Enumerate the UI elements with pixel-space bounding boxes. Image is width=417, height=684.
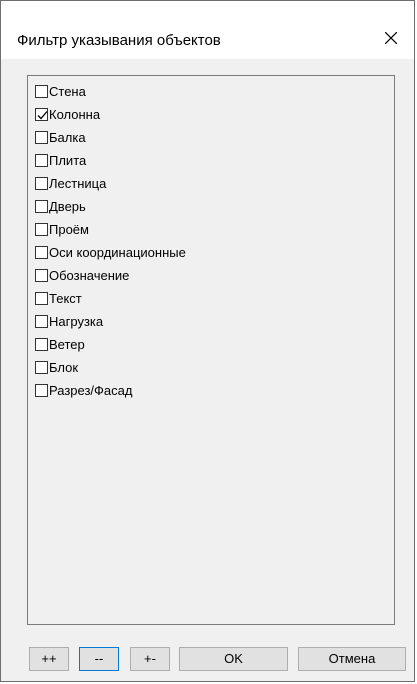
list-item[interactable]: Плита	[35, 149, 186, 172]
close-button[interactable]	[368, 23, 414, 57]
list-item[interactable]: Проём	[35, 218, 186, 241]
checkbox[interactable]	[35, 338, 48, 351]
checkbox[interactable]	[35, 223, 48, 236]
checkbox[interactable]	[35, 361, 48, 374]
list-item-label: Колонна	[49, 107, 101, 122]
checkmark-icon	[37, 111, 48, 120]
title-bar: Фильтр указывания объектов	[1, 1, 414, 59]
list-item-label: Ветер	[49, 337, 85, 352]
list-item[interactable]: Оси координационные	[35, 241, 186, 264]
list-item[interactable]: Дверь	[35, 195, 186, 218]
checkbox[interactable]	[35, 292, 48, 305]
list-item-label: Проём	[49, 222, 89, 237]
list-item-label: Нагрузка	[49, 314, 104, 329]
checkbox[interactable]	[35, 384, 48, 397]
checkbox-checked[interactable]	[35, 108, 48, 121]
list-item-label: Балка	[49, 130, 86, 145]
ok-button[interactable]: OK	[179, 647, 288, 671]
checkbox[interactable]	[35, 246, 48, 259]
list-item[interactable]: Лестница	[35, 172, 186, 195]
list-item-label: Обозначение	[49, 268, 130, 283]
list-item-label: Дверь	[49, 199, 86, 214]
list-item[interactable]: Разрез/Фасад	[35, 379, 186, 402]
list-item-label: Оси координационные	[49, 245, 186, 260]
list-item[interactable]: Блок	[35, 356, 186, 379]
cancel-button[interactable]: Отмена	[298, 647, 406, 671]
list-item-label: Текст	[49, 291, 82, 306]
list-item[interactable]: Ветер	[35, 333, 186, 356]
list-item[interactable]: Нагрузка	[35, 310, 186, 333]
list-item-label: Стена	[49, 84, 86, 99]
checkbox[interactable]	[35, 131, 48, 144]
list-item-label: Лестница	[49, 176, 107, 191]
checkbox[interactable]	[35, 177, 48, 190]
list-item[interactable]: Текст	[35, 287, 186, 310]
checkbox[interactable]	[35, 200, 48, 213]
checkbox-list: Стена Колонна Балка Плита Лестница Дверь Проём…	[35, 80, 186, 402]
list-item[interactable]: Обозначение	[35, 264, 186, 287]
checkbox[interactable]	[35, 85, 48, 98]
checkbox[interactable]	[35, 269, 48, 282]
list-item[interactable]: Колонна	[35, 103, 186, 126]
window-title: Фильтр указывания объектов	[17, 32, 221, 49]
checkbox[interactable]	[35, 315, 48, 328]
list-item-label: Блок	[49, 360, 79, 375]
filter-dialog: Фильтр указывания объектов Стена Колонна Б…	[0, 0, 415, 682]
list-item[interactable]: Балка	[35, 126, 186, 149]
list-item-label: Плита	[49, 153, 87, 168]
list-item[interactable]: Стена	[35, 80, 186, 103]
list-item-label: Разрез/Фасад	[49, 383, 133, 398]
checkbox[interactable]	[35, 154, 48, 167]
invert-selection-button[interactable]: +-	[130, 647, 170, 671]
object-type-list[interactable]: Стена Колонна Балка Плита Лестница Дверь Проём…	[27, 75, 395, 625]
close-icon	[385, 32, 397, 44]
select-all-button[interactable]: ++	[29, 647, 69, 671]
select-none-button[interactable]: --	[79, 647, 119, 671]
